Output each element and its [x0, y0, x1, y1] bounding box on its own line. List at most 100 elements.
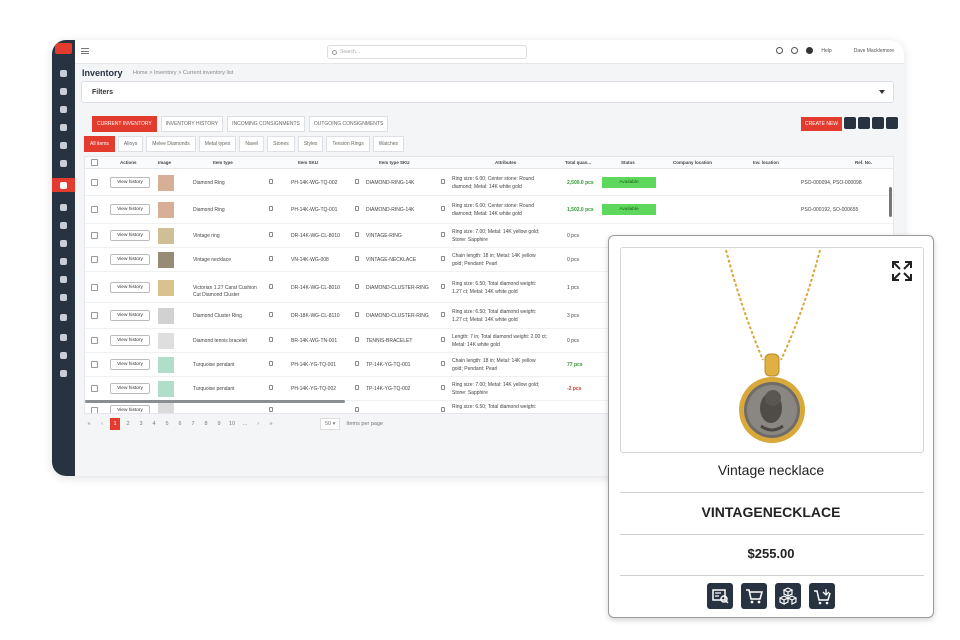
copy-icon[interactable] [441, 407, 445, 412]
horizontal-scrollbar[interactable] [85, 400, 345, 403]
page-number-button[interactable]: 7 [188, 418, 198, 430]
item-thumbnail[interactable] [158, 280, 174, 296]
next-page-button[interactable]: › [253, 418, 263, 430]
view-history-button[interactable]: View history [110, 310, 150, 321]
row-checkbox[interactable] [91, 206, 98, 213]
subtab-all-items[interactable]: All items [84, 136, 115, 152]
refresh-icon[interactable] [776, 47, 784, 54]
copy-icon[interactable] [355, 232, 359, 237]
sidebar-users-icon[interactable] [52, 200, 75, 214]
subtab-alloys[interactable]: Alloys [117, 136, 144, 152]
row-checkbox[interactable] [91, 385, 98, 392]
copy-icon[interactable] [355, 312, 359, 317]
subtab-metal-types[interactable]: Metal types [198, 136, 237, 152]
view-history-button[interactable]: View history [110, 177, 150, 188]
row-checkbox[interactable] [91, 312, 98, 319]
help-link[interactable]: Help [821, 48, 831, 54]
copy-icon[interactable] [355, 337, 359, 342]
per-page-select[interactable]: 50 ▾ [320, 418, 341, 430]
subtab-tension-rings[interactable]: Tension Rings [326, 136, 370, 152]
sidebar-help-icon[interactable] [52, 330, 75, 344]
col-item-type-sku[interactable]: Item type SKU [379, 160, 410, 165]
tab-inventory-history[interactable]: Inventory history [160, 116, 224, 132]
page-number-button[interactable]: 10 [227, 418, 237, 430]
sidebar-settings-icon[interactable] [52, 138, 75, 152]
view-history-button[interactable]: View history [110, 254, 150, 265]
page-number-button[interactable]: 9 [214, 418, 224, 430]
item-thumbnail[interactable] [158, 202, 174, 218]
item-thumbnail[interactable] [158, 308, 174, 324]
stock-button[interactable] [775, 583, 801, 609]
return-to-cart-button[interactable] [809, 583, 835, 609]
item-thumbnail[interactable] [158, 403, 174, 413]
export-icon[interactable] [872, 117, 884, 129]
view-history-button[interactable]: View history [110, 405, 150, 413]
copy-icon[interactable] [355, 284, 359, 289]
copy-icon[interactable] [269, 232, 273, 237]
sidebar-home-icon[interactable] [52, 84, 75, 98]
row-checkbox[interactable] [91, 284, 98, 291]
tab-current-inventory[interactable]: Current inventory [92, 116, 157, 132]
copy-icon[interactable] [441, 385, 445, 390]
copy-icon[interactable] [441, 284, 445, 289]
chevron-down-icon[interactable] [879, 90, 885, 94]
vertical-scrollbar[interactable] [889, 187, 892, 217]
search-input[interactable]: Search... [327, 45, 527, 59]
sidebar-add-icon[interactable] [52, 66, 75, 80]
first-page-button[interactable]: « [84, 418, 94, 430]
home-icon[interactable] [791, 47, 799, 54]
hamburger-menu-icon[interactable] [81, 48, 89, 54]
col-total-quantity[interactable]: Total quan... [565, 160, 591, 165]
subtab-styles[interactable]: Styles [297, 136, 324, 152]
view-history-button[interactable]: View history [110, 204, 150, 215]
copy-icon[interactable] [441, 232, 445, 237]
sidebar-shield-icon[interactable] [52, 272, 75, 286]
copy-icon[interactable] [269, 361, 273, 366]
copy-icon[interactable] [269, 256, 273, 261]
copy-icon[interactable] [269, 206, 273, 211]
item-details-button[interactable] [707, 583, 733, 609]
page-number-button[interactable]: 8 [201, 418, 211, 430]
copy-icon[interactable] [355, 206, 359, 211]
col-status[interactable]: Status [621, 160, 635, 165]
row-checkbox[interactable] [91, 361, 98, 368]
col-ref-no[interactable]: Ref. No. [855, 160, 872, 165]
sidebar-cart-icon[interactable] [52, 102, 75, 116]
col-item-sku[interactable]: Item SKU [298, 160, 318, 165]
col-item-type[interactable]: Item type [213, 160, 233, 165]
item-thumbnail[interactable] [158, 357, 174, 373]
subtab-stones[interactable]: Stones [267, 136, 295, 152]
tab-incoming-consignments[interactable]: Incoming consignments [227, 116, 305, 132]
row-checkbox[interactable] [91, 337, 98, 344]
sidebar-info-icon[interactable] [52, 366, 75, 380]
copy-icon[interactable] [355, 407, 359, 412]
filters-panel[interactable]: Filters [81, 81, 894, 103]
col-company-location[interactable]: Company location [673, 160, 712, 165]
page-number-button[interactable]: 4 [149, 418, 159, 430]
row-checkbox[interactable] [91, 407, 98, 413]
last-page-button[interactable]: » [266, 418, 276, 430]
page-number-button[interactable]: 1 [110, 418, 120, 430]
copy-icon[interactable] [441, 256, 445, 261]
copy-icon[interactable] [269, 284, 273, 289]
view-history-button[interactable]: View history [110, 282, 150, 293]
col-attributes[interactable]: Attributes [495, 160, 516, 165]
col-inv-location[interactable]: Inv. location [753, 160, 779, 165]
sidebar-crown-icon[interactable] [52, 156, 75, 170]
refresh-table-icon[interactable] [886, 117, 898, 129]
sidebar-group-icon[interactable] [52, 218, 75, 232]
copy-icon[interactable] [269, 407, 273, 412]
page-number-button[interactable]: 2 [123, 418, 133, 430]
item-thumbnail[interactable] [158, 333, 174, 349]
page-number-button[interactable]: 5 [162, 418, 172, 430]
row-checkbox[interactable] [91, 179, 98, 186]
sidebar-chart-icon[interactable] [52, 290, 75, 304]
tab-outgoing-consignments[interactable]: Outgoing consignments [308, 116, 389, 132]
breadcrumb[interactable]: Home > Inventory > Current inventory lis… [133, 70, 233, 76]
item-thumbnail[interactable] [158, 228, 174, 244]
copy-icon[interactable] [355, 385, 359, 390]
sidebar-inventory-icon[interactable] [52, 178, 75, 192]
item-thumbnail[interactable] [158, 175, 174, 191]
view-history-button[interactable]: View history [110, 230, 150, 241]
row-checkbox[interactable] [91, 256, 98, 263]
